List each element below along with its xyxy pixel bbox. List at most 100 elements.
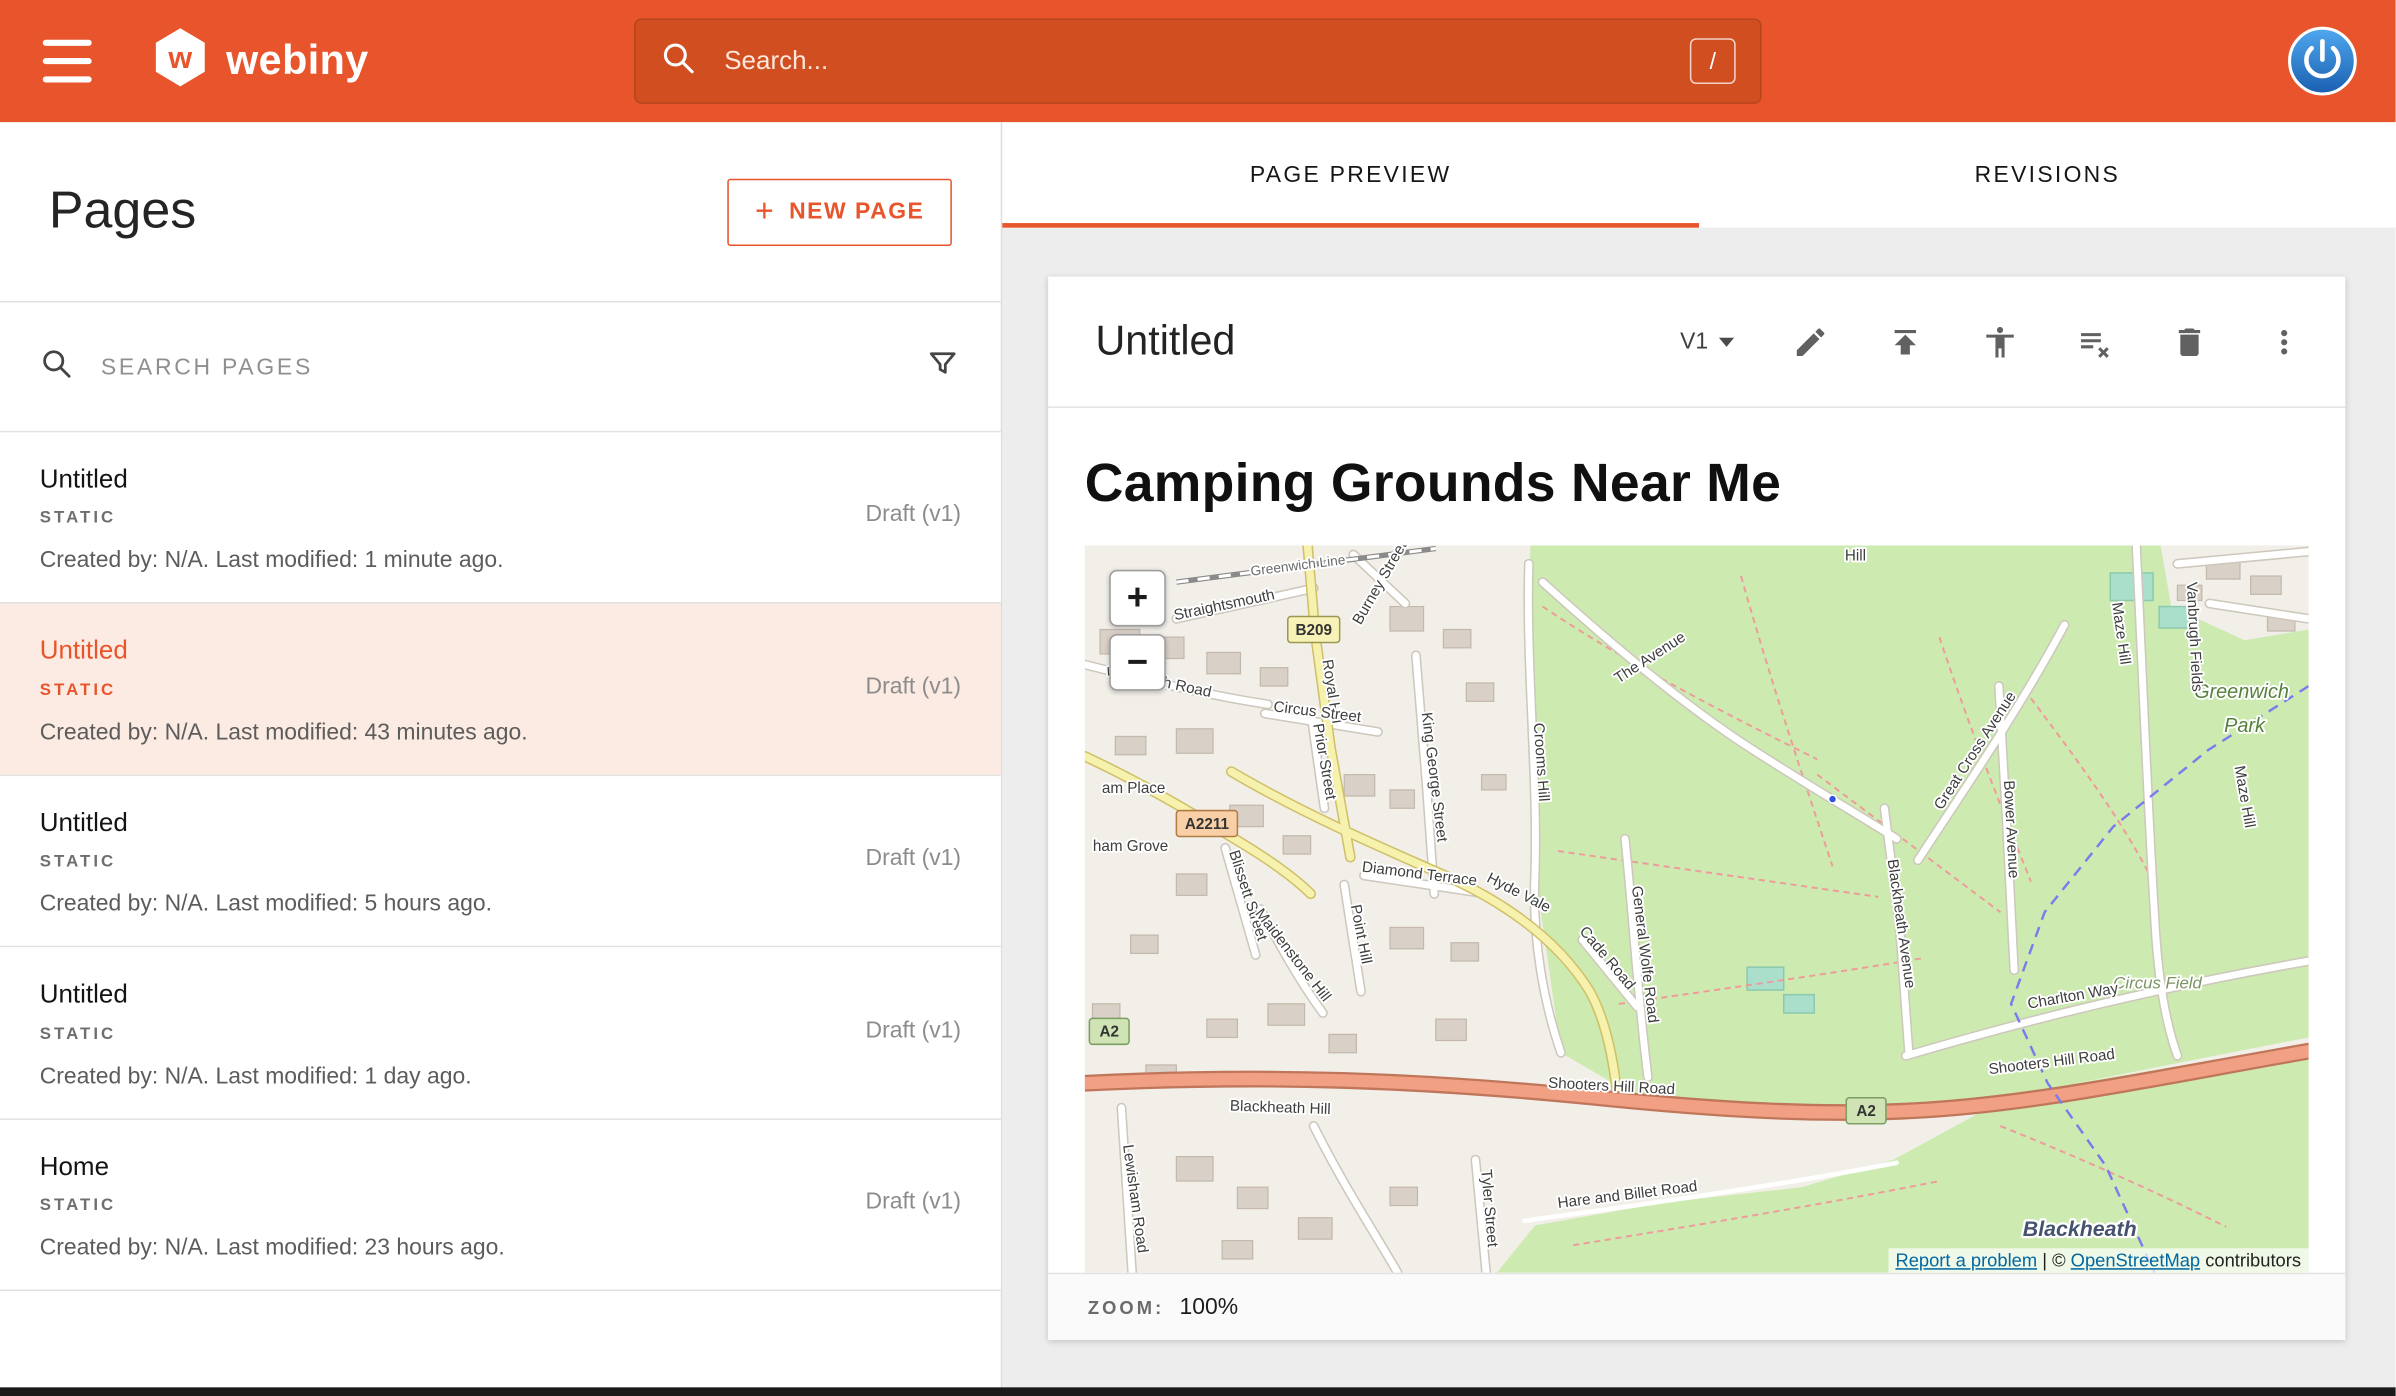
card-actions: V1 bbox=[1680, 323, 2302, 360]
playlist-remove-icon bbox=[2076, 323, 2113, 360]
page-item-status: Draft (v1) bbox=[866, 1017, 962, 1043]
person-icon bbox=[1982, 323, 2019, 360]
request-review-button[interactable] bbox=[1982, 323, 2019, 360]
map-canvas[interactable]: B209 A2211 A2 bbox=[1085, 545, 2309, 1272]
card-header: Untitled V1 bbox=[1048, 277, 2345, 408]
page-row-titles: Home STATIC bbox=[40, 1151, 117, 1214]
search-icon bbox=[660, 39, 697, 83]
map[interactable]: B209 A2211 A2 bbox=[1085, 545, 2309, 1272]
publish-icon bbox=[1887, 323, 1924, 360]
search-shortcut-hint: / bbox=[1690, 38, 1736, 84]
page-item-type: STATIC bbox=[40, 853, 128, 871]
user-avatar[interactable] bbox=[2287, 26, 2357, 96]
map-label-am-place: am Place bbox=[1102, 780, 1166, 797]
page-item-title: Untitled bbox=[40, 636, 128, 667]
pages-panel: Pages + NEW PAGE U bbox=[0, 122, 1002, 1396]
delete-button[interactable] bbox=[2171, 323, 2208, 360]
card-body: Camping Grounds Near Me bbox=[1048, 408, 2345, 1273]
svg-text:A2: A2 bbox=[1856, 1103, 1875, 1120]
openstreetmap-link[interactable]: OpenStreetMap bbox=[2071, 1250, 2200, 1271]
main-layout: Pages + NEW PAGE U bbox=[0, 122, 2396, 1396]
page-item-status: Draft (v1) bbox=[866, 845, 962, 871]
power-icon bbox=[2287, 26, 2357, 96]
attribution-suffix: contributors bbox=[2200, 1250, 2301, 1271]
tab-revisions-label: REVISIONS bbox=[1975, 162, 2120, 188]
bottom-edge-bar bbox=[0, 1387, 2396, 1396]
trash-icon bbox=[2171, 323, 2208, 360]
global-search-input[interactable] bbox=[724, 46, 1690, 77]
page-item-type: STATIC bbox=[40, 1196, 117, 1214]
page-row-top: Untitled STATIC Draft (v1) bbox=[40, 636, 961, 699]
page-item-status: Draft (v1) bbox=[866, 502, 962, 528]
map-zoom-out-button[interactable]: − bbox=[1109, 634, 1166, 691]
tab-page-preview-label: PAGE PREVIEW bbox=[1250, 162, 1452, 188]
pencil-icon bbox=[1792, 323, 1829, 360]
page-row-top: Home STATIC Draft (v1) bbox=[40, 1151, 961, 1214]
app-window: w webiny / Pages bbox=[0, 0, 2396, 1396]
page-item-title: Untitled bbox=[40, 980, 128, 1011]
page-item-meta: Created by: N/A. Last modified: 5 hours … bbox=[40, 891, 961, 917]
page-item-meta: Created by: N/A. Last modified: 43 minut… bbox=[40, 719, 961, 745]
svg-text:B209: B209 bbox=[1295, 622, 1331, 639]
svg-text:w: w bbox=[167, 41, 192, 75]
page-item-title: Untitled bbox=[40, 808, 128, 839]
page-item-status: Draft (v1) bbox=[866, 1189, 962, 1215]
page-item-meta: Created by: N/A. Last modified: 1 day ag… bbox=[40, 1063, 961, 1089]
menu-button[interactable] bbox=[43, 40, 92, 83]
page-list: Untitled STATIC Draft (v1) Created by: N… bbox=[0, 432, 1001, 1291]
page-list-item[interactable]: Untitled STATIC Draft (v1) Created by: N… bbox=[0, 432, 1001, 604]
report-problem-link[interactable]: Report a problem bbox=[1895, 1250, 2037, 1271]
map-label-blackheath: Blackheath bbox=[2023, 1217, 2137, 1241]
page-list-item[interactable]: Home STATIC Draft (v1) Created by: N/A. … bbox=[0, 1119, 1001, 1291]
page-row-titles: Untitled STATIC bbox=[40, 636, 128, 699]
card-title: Untitled bbox=[1096, 318, 1236, 365]
page-item-meta: Created by: N/A. Last modified: 23 hours… bbox=[40, 1234, 961, 1260]
page-item-title: Home bbox=[40, 1151, 117, 1182]
map-label-circus-field: Circus Field bbox=[2113, 974, 2202, 993]
road-badge-a2-west: A2 bbox=[1089, 1018, 1129, 1044]
map-zoom-in-button[interactable]: + bbox=[1109, 570, 1166, 627]
zoom-label: ZOOM: bbox=[1088, 1296, 1164, 1317]
card-footer: ZOOM: 100% bbox=[1048, 1273, 2345, 1340]
brand[interactable]: w webiny bbox=[153, 27, 369, 96]
edit-button[interactable] bbox=[1792, 323, 1829, 360]
filter-icon[interactable] bbox=[924, 345, 961, 389]
webiny-logo-icon: w bbox=[153, 27, 208, 96]
plus-icon: + bbox=[755, 196, 775, 228]
page-item-type: STATIC bbox=[40, 681, 128, 699]
map-location-dot bbox=[1829, 795, 1837, 803]
kebab-menu-icon bbox=[2266, 323, 2303, 360]
road-badge-a2-east: A2 bbox=[1846, 1098, 1886, 1124]
new-page-button[interactable]: + NEW PAGE bbox=[728, 178, 952, 245]
version-label: V1 bbox=[1680, 328, 1708, 354]
page-preview-card: Untitled V1 bbox=[1048, 277, 2345, 1340]
page-list-item[interactable]: Untitled STATIC Draft (v1) Created by: N… bbox=[0, 948, 1001, 1120]
zoom-value: 100% bbox=[1180, 1294, 1239, 1320]
more-options-button[interactable] bbox=[2266, 323, 2303, 360]
global-search[interactable]: / bbox=[634, 18, 1762, 104]
chevron-down-icon bbox=[1719, 337, 1734, 346]
page-row-titles: Untitled STATIC bbox=[40, 464, 128, 527]
tab-page-preview[interactable]: PAGE PREVIEW bbox=[1002, 122, 1699, 227]
page-item-meta: Created by: N/A. Last modified: 1 minute… bbox=[40, 548, 961, 574]
page-item-type: STATIC bbox=[40, 1025, 128, 1043]
publish-button[interactable] bbox=[1887, 323, 1924, 360]
page-list-item[interactable]: Untitled STATIC Draft (v1) Created by: N… bbox=[0, 776, 1001, 948]
unpublish-button[interactable] bbox=[2076, 323, 2113, 360]
preview-content: Untitled V1 bbox=[1002, 228, 2395, 1396]
map-label-greenwich: Greenwich bbox=[2194, 681, 2289, 703]
preview-area: PAGE PREVIEW REVISIONS Untitled V1 bbox=[1002, 122, 2395, 1396]
pages-search-row bbox=[0, 301, 1001, 432]
pages-search-input[interactable] bbox=[101, 354, 897, 380]
page-row-titles: Untitled STATIC bbox=[40, 980, 128, 1043]
page-row-titles: Untitled STATIC bbox=[40, 808, 128, 871]
attribution-separator: | © bbox=[2037, 1250, 2071, 1271]
page-list-item-selected[interactable]: Untitled STATIC Draft (v1) Created by: N… bbox=[0, 604, 1001, 776]
page-content-heading: Camping Grounds Near Me bbox=[1085, 454, 2309, 515]
map-attribution: Report a problem | © OpenStreetMap contr… bbox=[1888, 1248, 2309, 1272]
road-badge-b209: B209 bbox=[1288, 617, 1340, 643]
page-row-top: Untitled STATIC Draft (v1) bbox=[40, 980, 961, 1043]
map-zoom-controls: + − bbox=[1109, 570, 1166, 691]
tab-revisions[interactable]: REVISIONS bbox=[1699, 122, 2396, 227]
version-dropdown[interactable]: V1 bbox=[1680, 328, 1734, 354]
